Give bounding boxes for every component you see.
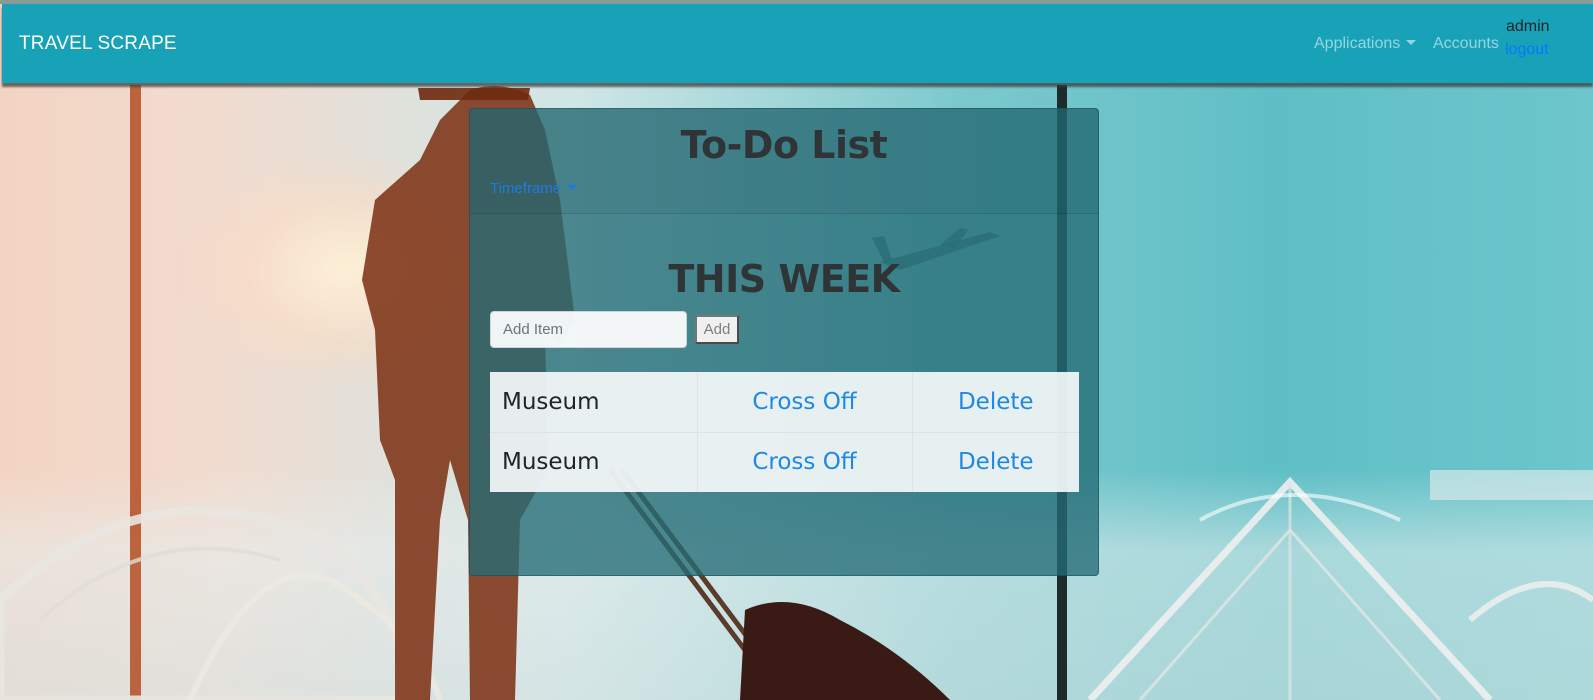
timeframe-dropdown[interactable]: Timeframe [490,180,578,197]
delete-link[interactable]: Delete [958,389,1034,415]
add-item-button[interactable]: Add [695,315,739,344]
delete-cell: Delete [911,372,1079,433]
delete-cell: Delete [911,431,1079,492]
delete-link[interactable]: Delete [958,449,1034,475]
todo-item-name: Museum [490,372,698,433]
card-header: To-Do List Timeframe [470,109,1098,214]
timeframe-label: Timeframe [490,180,562,197]
applications-label: Applications [1314,35,1401,52]
section-title: THIS WEEK [668,257,900,301]
page: TRAVEL SCRAPE Applications Accounts admi… [0,0,1593,700]
logout-link[interactable]: logout [1505,39,1549,61]
page-title: To-Do List [680,123,888,167]
cross-off-link[interactable]: Cross Off [752,449,856,475]
todo-card: To-Do List Timeframe THIS WEEK Add Museu… [469,108,1099,576]
window-top-border [0,0,1593,4]
applications-dropdown[interactable]: Applications [1314,35,1417,53]
cross-off-cell: Cross Off [696,372,913,433]
brand-logo-text[interactable]: TRAVEL SCRAPE [19,33,177,55]
username-label: admin [1506,18,1550,35]
accounts-link[interactable]: Accounts [1433,35,1499,53]
top-navbar: TRAVEL SCRAPE Applications Accounts admi… [2,4,1593,83]
todo-table: Museum Cross Off Delete Museum Cross Off… [490,372,1079,492]
table-row: Museum Cross Off Delete [490,372,1079,433]
todo-item-name: Museum [490,431,698,492]
add-item-input[interactable] [490,311,687,348]
chevron-down-icon [567,185,578,191]
cross-off-cell: Cross Off [696,431,913,492]
chevron-down-icon [1406,39,1417,45]
cross-off-link[interactable]: Cross Off [752,389,856,415]
table-row: Museum Cross Off Delete [490,431,1079,492]
